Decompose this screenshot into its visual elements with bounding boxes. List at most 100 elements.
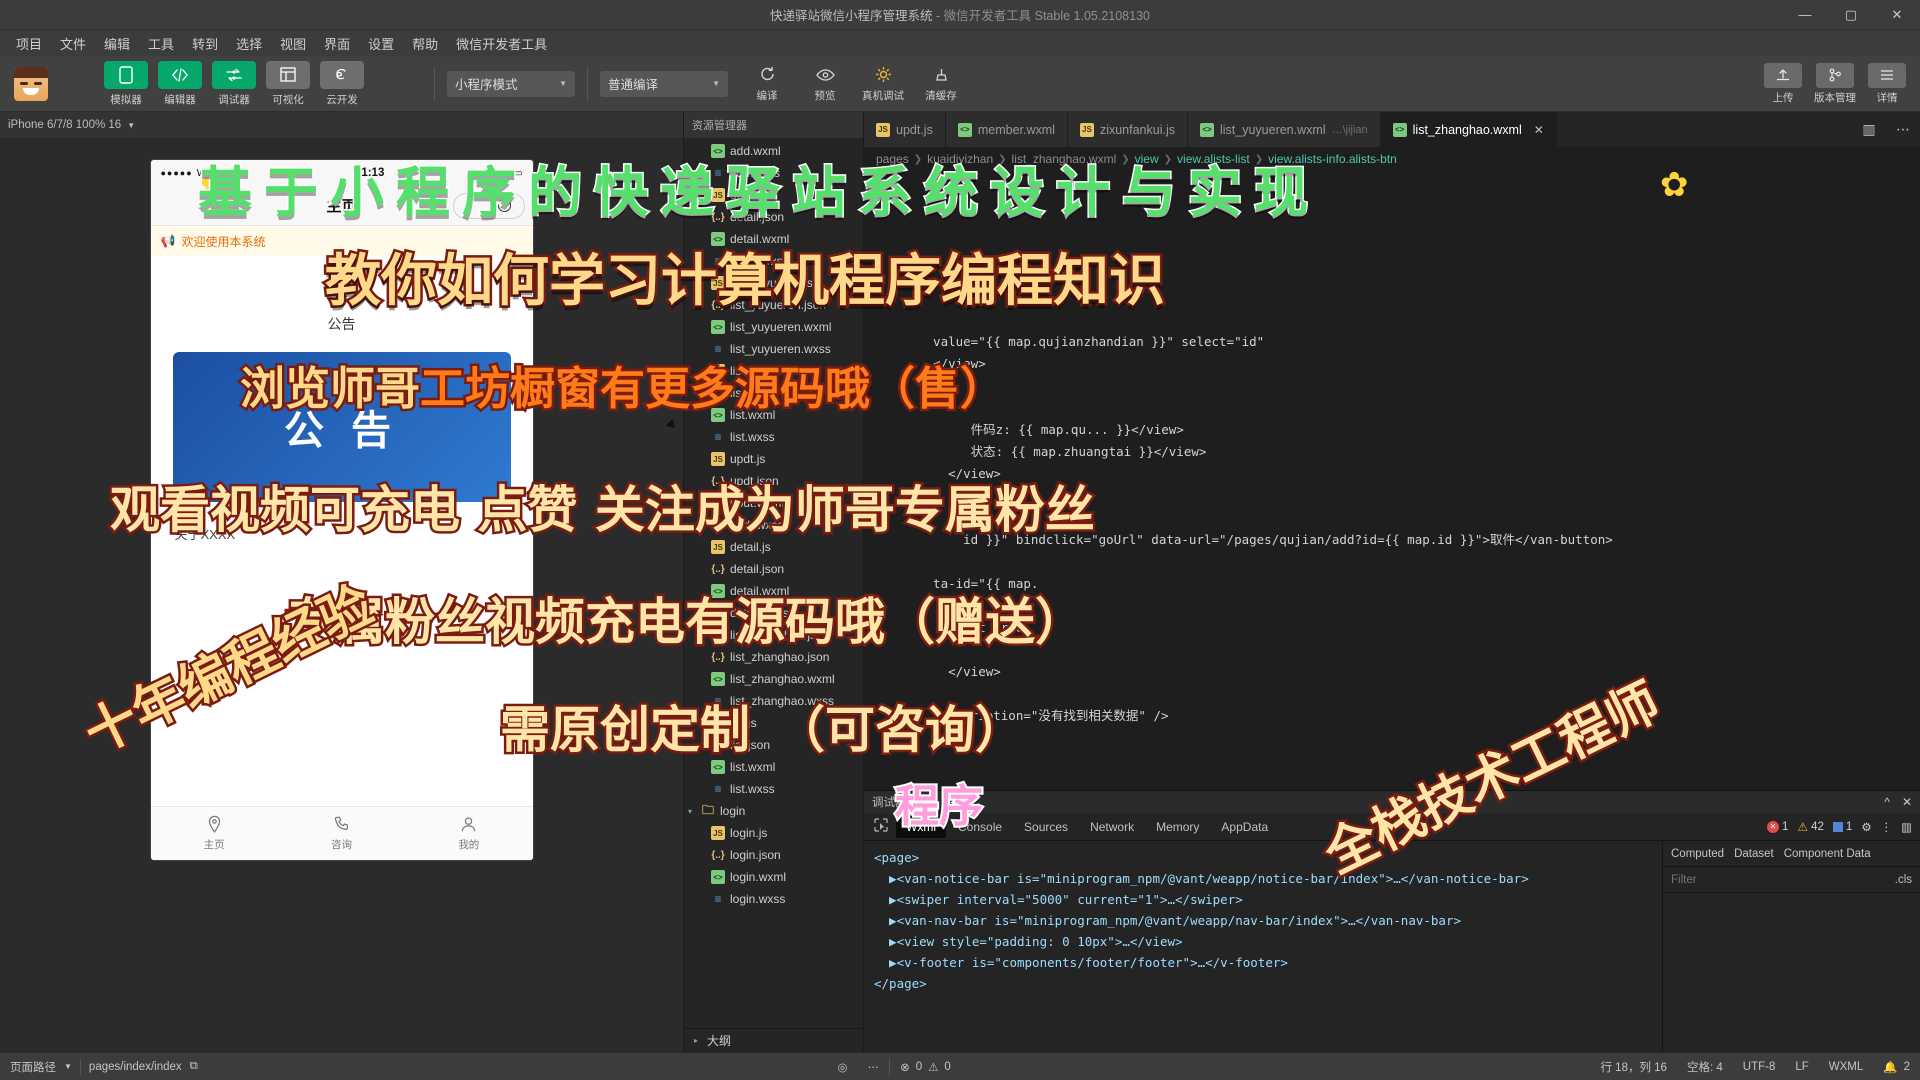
sidebar-tab-computed[interactable]: Computed xyxy=(1671,848,1724,860)
notifications-button[interactable]: 🔔 2 xyxy=(1873,1060,1920,1074)
outline-section[interactable]: ▸ 大纲 xyxy=(684,1028,863,1052)
dom-node-line[interactable]: <page> xyxy=(874,847,1652,868)
devtools-tab-sources[interactable]: Sources xyxy=(1014,816,1078,838)
tree-file[interactable]: JS detail.js xyxy=(684,536,863,558)
status-eye-button[interactable]: ◎ xyxy=(828,1060,858,1074)
editor-tab[interactable]: <> list_yuyueren.wxml …\jijian xyxy=(1187,112,1381,147)
more-icon[interactable]: ⋮ xyxy=(1881,820,1893,834)
mode-select[interactable]: 小程序模式 ▼ xyxy=(447,70,575,97)
error-badge[interactable]: ✕ 1 xyxy=(1766,820,1788,833)
tree-file[interactable]: {..} detail.json xyxy=(684,206,863,228)
menu-item-file[interactable]: 文件 xyxy=(52,31,94,56)
editor-tab[interactable]: <> member.wxml xyxy=(945,112,1068,147)
compile-button[interactable]: 编译 xyxy=(746,65,788,103)
indent-setting[interactable]: 空格: 4 xyxy=(1677,1059,1733,1075)
dom-node-line[interactable]: ▶<van-notice-bar is="miniprogram_npm/@va… xyxy=(874,868,1652,889)
wechat-capsule[interactable] xyxy=(452,192,525,219)
dock-icon[interactable]: ▥ xyxy=(1901,820,1912,834)
dom-node-line[interactable]: ▶<van-nav-bar is="miniprogram_npm/@vant/… xyxy=(874,910,1652,931)
devtools-tab-network[interactable]: Network xyxy=(1080,816,1144,838)
info-badge[interactable]: 1 xyxy=(1832,821,1852,833)
phone-tab-home[interactable]: 主页 xyxy=(151,807,278,860)
menu-item-project[interactable]: 项目 xyxy=(8,31,50,56)
sidebar-tab-dataset[interactable]: Dataset xyxy=(1734,848,1774,860)
dom-node-line[interactable]: ▶<v-footer is="components/footer/footer"… xyxy=(874,952,1652,973)
copy-icon[interactable]: ⧉ xyxy=(190,1060,198,1073)
tree-file[interactable]: ≡ list.wxss xyxy=(684,778,863,800)
toggle-editor[interactable]: 编辑器 xyxy=(158,60,202,107)
tree-file[interactable]: ≡ add.wxss xyxy=(684,162,863,184)
status-more-button[interactable]: ⋯ xyxy=(858,1060,890,1074)
phone-hero-banner[interactable]: 公 告 xyxy=(172,352,511,502)
menu-item-ui[interactable]: 界面 xyxy=(316,31,358,56)
cursor-position[interactable]: 行 18，列 16 xyxy=(1590,1059,1676,1075)
gear-icon[interactable]: ⚙ xyxy=(1861,820,1871,834)
dom-node-line[interactable]: ▶<view style="padding: 0 10px">…</view> xyxy=(874,931,1652,952)
sidebar-tab-component[interactable]: Component Data xyxy=(1784,848,1871,860)
tree-file[interactable]: ≡ detail.wxss xyxy=(684,602,863,624)
split-editor-icon[interactable]: ▥ xyxy=(1852,112,1886,147)
inspect-icon[interactable] xyxy=(868,816,894,837)
preview-button[interactable]: 预览 xyxy=(804,65,846,103)
tree-file[interactable]: <> list_yuyueren.wxml xyxy=(684,316,863,338)
eol-setting[interactable]: LF xyxy=(1785,1061,1818,1073)
file-tree[interactable]: <> add.wxml ≡ add.wxss JS detail.js {..} detail… xyxy=(684,138,863,1028)
tree-file[interactable]: ≡ detail.wxss xyxy=(684,250,863,272)
menu-item-help[interactable]: 帮助 xyxy=(404,31,446,56)
devtools-collapse-button[interactable]: ^ xyxy=(1884,795,1890,809)
tree-file[interactable]: <> detail.wxml xyxy=(684,228,863,250)
menu-item-goto[interactable]: 转到 xyxy=(184,31,226,56)
tree-folder[interactable]: ▾ 🗀 login xyxy=(684,800,863,822)
tree-file[interactable]: {..} list.json xyxy=(684,734,863,756)
tree-file[interactable]: <> login.wxml xyxy=(684,866,863,888)
minimize-button[interactable]: — xyxy=(1782,0,1828,30)
problems-indicator[interactable]: ⊗ 0 ⚠ 0 xyxy=(890,1060,961,1074)
encoding-setting[interactable]: UTF-8 xyxy=(1733,1061,1786,1073)
wxml-dom-tree[interactable]: <page> ▶<van-notice-bar is="miniprogram_… xyxy=(864,841,1662,1052)
tree-file[interactable]: ≡ list_zhanghao.wxss xyxy=(684,690,863,712)
status-page-path-group[interactable]: 页面路径 ▼ pages/index/index ⧉ xyxy=(0,1058,198,1075)
tree-file[interactable]: JS list.js xyxy=(684,712,863,734)
version-control-button[interactable]: 版本管理 xyxy=(1814,62,1856,105)
clear-cache-button[interactable]: 清缓存 xyxy=(920,65,962,103)
breadcrumb-item[interactable]: view.alists-info.alists-btn xyxy=(1268,152,1397,166)
tree-file[interactable]: ≡ list_yuyueren.wxss xyxy=(684,338,863,360)
tree-file[interactable]: JS login.js xyxy=(684,822,863,844)
breadcrumb-item[interactable]: pages xyxy=(876,152,909,166)
tree-file[interactable]: ≡ list.wxss xyxy=(684,426,863,448)
tree-file[interactable]: <> add.wxml xyxy=(684,140,863,162)
breadcrumb-item[interactable]: view.alists-list xyxy=(1177,152,1250,166)
tree-file[interactable]: {..} updt.json xyxy=(684,470,863,492)
toggle-debugger[interactable]: 调试器 xyxy=(212,60,256,107)
devtools-tab-console[interactable]: Console xyxy=(948,816,1012,838)
breadcrumb-item[interactable]: kuaidiyizhan xyxy=(927,152,993,166)
phone-tab-consult[interactable]: 咨询 xyxy=(278,807,405,860)
close-icon[interactable]: ✕ xyxy=(1534,123,1544,137)
compile-select[interactable]: 普通编译 ▼ xyxy=(600,70,728,97)
tree-file[interactable]: {..} list_zhanghao.json xyxy=(684,646,863,668)
menu-item-devtools[interactable]: 微信开发者工具 xyxy=(448,31,555,56)
devtools-tab-memory[interactable]: Memory xyxy=(1146,816,1209,838)
tree-file[interactable]: {..} list.json xyxy=(684,382,863,404)
tree-file[interactable]: <> list.wxml xyxy=(684,404,863,426)
toggle-simulator[interactable]: 模拟器 xyxy=(104,60,148,107)
tree-file[interactable]: <> list_zhanghao.wxml xyxy=(684,668,863,690)
warning-badge[interactable]: ⚠ 42 xyxy=(1797,820,1824,834)
devtools-tab-appdata[interactable]: AppData xyxy=(1211,816,1278,838)
details-button[interactable]: 详情 xyxy=(1868,62,1906,105)
simulator-device-bar[interactable]: iPhone 6/7/8 100% 16 ▼ xyxy=(0,112,683,138)
tree-file[interactable]: JS detail.js xyxy=(684,184,863,206)
breadcrumb-item[interactable]: view xyxy=(1135,152,1159,166)
tree-file[interactable]: <> detail.wxml xyxy=(684,580,863,602)
more-icon[interactable]: ⋯ xyxy=(1886,112,1920,147)
device-debug-button[interactable]: 真机调试 xyxy=(862,65,904,103)
phone-tab-mine[interactable]: 我的 xyxy=(405,807,532,860)
code-editor[interactable]: value="{{ map.qujianzhandian }}" select=… xyxy=(864,171,1920,790)
tree-file[interactable]: ≡ updt.wxss xyxy=(684,514,863,536)
tree-file[interactable]: {..} list_yuyueren.json xyxy=(684,294,863,316)
menu-item-edit[interactable]: 编辑 xyxy=(96,31,138,56)
breadcrumb[interactable]: pages ❯ kuaidiyizhan ❯ list_zhanghao.wxml ❯ vi… xyxy=(864,147,1920,171)
dom-node-line[interactable]: ▶<swiper interval="5000" current="1">…</… xyxy=(874,889,1652,910)
close-button[interactable]: ✕ xyxy=(1874,0,1920,30)
toggle-visual[interactable]: 可视化 xyxy=(266,60,310,107)
